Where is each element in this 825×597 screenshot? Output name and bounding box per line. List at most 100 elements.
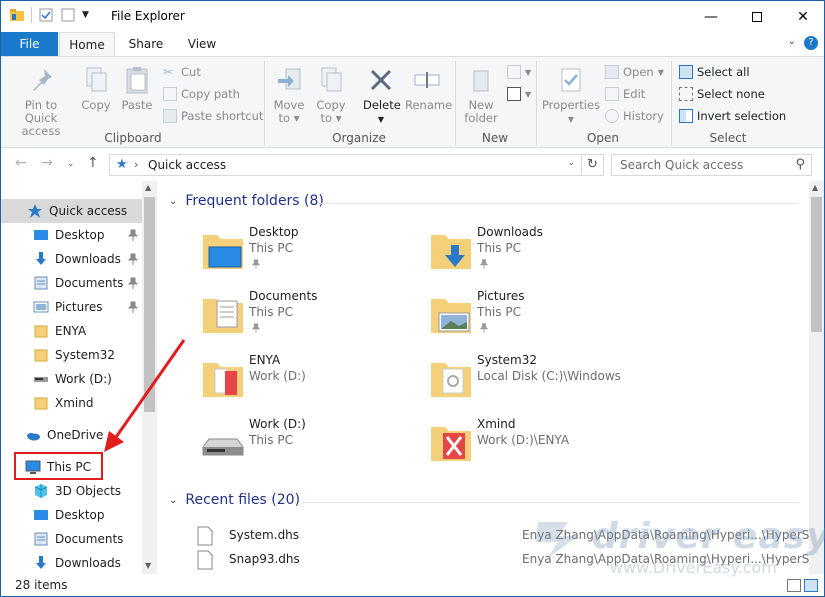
drive-icon <box>34 377 48 382</box>
open-icon <box>605 65 619 79</box>
select-none-button[interactable]: Select none <box>679 85 765 103</box>
select-all-button[interactable]: Select all <box>679 63 750 81</box>
address-bar[interactable]: ★ › Quick access ⌄ <box>109 154 582 176</box>
copy-button[interactable]: Copy <box>79 65 113 112</box>
tab-file[interactable]: File <box>1 32 58 56</box>
folder-tile-pictures[interactable]: Pictures This PC <box>429 287 649 343</box>
folder-icon <box>34 349 48 362</box>
scrollbar-thumb[interactable] <box>144 197 155 412</box>
onedrive-icon <box>27 433 40 441</box>
move-to-button[interactable]: Move to ▾ <box>271 65 307 125</box>
3d-objects-icon <box>34 484 48 498</box>
copy-path-button[interactable]: Copy path <box>163 85 240 103</box>
frequent-folders-header[interactable]: ⌄ Frequent folders (8) <box>169 193 799 209</box>
tab-home[interactable]: Home <box>59 32 115 57</box>
folder-location: Work (D:) <box>249 369 306 383</box>
sidebar-item-pictures[interactable]: Pictures <box>1 295 142 319</box>
scroll-up-icon[interactable]: ▲ <box>145 183 151 192</box>
folder-tile-downloads[interactable]: Downloads This PC <box>429 223 649 279</box>
folder-name: System32 <box>477 353 538 367</box>
ribbon-tabs: File Home Share View ⌄ ? <box>1 32 824 57</box>
address-dropdown-icon[interactable]: ⌄ <box>567 158 575 168</box>
open-button[interactable]: Open ▼ <box>605 63 664 81</box>
close-icon: ✕ <box>797 8 809 25</box>
copy-path-label: Copy path <box>181 87 240 101</box>
history-icon <box>605 109 619 123</box>
invert-selection-label: Invert selection <box>697 109 787 123</box>
downloads-icon <box>36 252 46 265</box>
pin-to-quick-access-button[interactable]: Pin to Quick access <box>7 65 75 138</box>
paste-shortcut-button[interactable]: Paste shortcut <box>163 107 263 125</box>
folder-tile-system32[interactable]: System32 Local Disk (C:)\Windows <box>429 351 649 407</box>
folder-tile-xmind[interactable]: Xmind Work (D:)\ENYA <box>429 415 649 471</box>
folder-icon <box>34 397 48 410</box>
recent-files-header[interactable]: ⌄ Recent files (20) <box>169 492 799 508</box>
sidebar-item-work-d[interactable]: Work (D:) <box>1 367 142 391</box>
new-item-button[interactable]: ▼ <box>507 63 531 81</box>
minimize-button[interactable]: — <box>688 1 734 32</box>
new-folder-qat-icon[interactable] <box>60 7 76 23</box>
sidebar-item-enya[interactable]: ENYA <box>1 319 142 343</box>
collapse-caret-icon: ⌄ <box>169 195 178 207</box>
folder-tile-desktop[interactable]: Desktop This PC <box>201 223 421 279</box>
edit-button[interactable]: Edit <box>605 85 645 103</box>
search-input[interactable]: Search Quick access ⚲ <box>611 154 812 176</box>
history-button[interactable]: History <box>605 107 664 125</box>
properties-qat-icon[interactable] <box>38 7 54 23</box>
sidebar-item-label: Documents <box>55 532 124 546</box>
scroll-down-icon[interactable]: ▼ <box>145 561 151 570</box>
sidebar-item-desktop-pc[interactable]: Desktop <box>1 503 142 527</box>
scrollbar-thumb[interactable] <box>811 197 822 332</box>
paste-button[interactable]: Paste <box>119 65 155 112</box>
sidebar-item-downloads[interactable]: Downloads <box>1 247 142 271</box>
details-view-icon[interactable] <box>787 579 801 592</box>
folder-tile-work-d[interactable]: Work (D:) This PC <box>201 415 421 471</box>
sidebar-item-documents-pc[interactable]: Documents <box>1 527 142 551</box>
delete-button[interactable]: Delete ▼ <box>363 65 401 126</box>
sidebar-item-xmind[interactable]: Xmind <box>1 391 142 415</box>
easy-access-button[interactable]: ▼ <box>507 85 531 103</box>
pin-icon <box>33 69 52 91</box>
sidebar-item-label: Desktop <box>55 508 105 522</box>
sidebar-item-downloads-pc[interactable]: Downloads <box>1 551 142 574</box>
sidebar-item-3d-objects[interactable]: 3D Objects <box>1 479 142 503</box>
forward-icon[interactable]: → <box>41 155 53 171</box>
folder-app-icon <box>10 9 24 21</box>
tab-view[interactable]: View <box>176 32 228 56</box>
back-icon[interactable]: ← <box>15 155 27 171</box>
sidebar-item-desktop[interactable]: Desktop <box>1 223 142 247</box>
close-button[interactable]: ✕ <box>780 1 824 32</box>
navigation-scrollbar[interactable]: ▲ ▼ <box>142 181 157 574</box>
documents-icon <box>34 276 48 290</box>
maximize-button[interactable] <box>734 1 780 32</box>
delete-icon <box>370 69 392 91</box>
rename-button[interactable]: Rename <box>405 65 452 112</box>
properties-button[interactable]: Properties ▼ <box>541 65 601 126</box>
copy-to-button[interactable]: Copy to ▾ <box>313 65 349 125</box>
sidebar-item-quick-access[interactable]: Quick access <box>1 199 142 223</box>
qat-dropdown-icon[interactable]: ▼ <box>82 10 89 20</box>
refresh-button[interactable]: ↻ <box>582 154 604 176</box>
folder-location: This PC <box>249 305 293 319</box>
scroll-up-icon[interactable]: ▲ <box>812 183 818 192</box>
tab-share[interactable]: Share <box>119 32 173 56</box>
chevron-down-icon[interactable]: ⌄ <box>788 36 796 47</box>
sidebar-item-documents[interactable]: Documents <box>1 271 142 295</box>
up-arrow-icon[interactable]: ↑ <box>87 155 99 171</box>
help-icon[interactable]: ? <box>804 36 818 50</box>
file-name: Snap93.dhs <box>229 552 300 566</box>
select-all-icon <box>679 65 693 79</box>
sidebar-item-label: Work (D:) <box>55 372 112 386</box>
large-icons-view-icon[interactable] <box>804 579 818 592</box>
sidebar-item-onedrive[interactable]: OneDrive <box>1 423 142 447</box>
cut-button[interactable]: ✂ Cut <box>163 63 201 81</box>
ribbon-separator <box>671 61 672 145</box>
invert-selection-button[interactable]: Invert selection <box>679 107 786 125</box>
folder-tile-enya[interactable]: ENYA Work (D:) <box>201 351 421 407</box>
folder-tile-documents[interactable]: Documents This PC <box>201 287 421 343</box>
paste-label: Paste <box>121 98 153 112</box>
recent-locations-icon[interactable]: ⌄ <box>67 159 75 169</box>
ribbon-separator <box>264 61 265 145</box>
sidebar-item-system32[interactable]: System32 <box>1 343 142 367</box>
new-folder-button[interactable]: New folder <box>461 65 501 125</box>
